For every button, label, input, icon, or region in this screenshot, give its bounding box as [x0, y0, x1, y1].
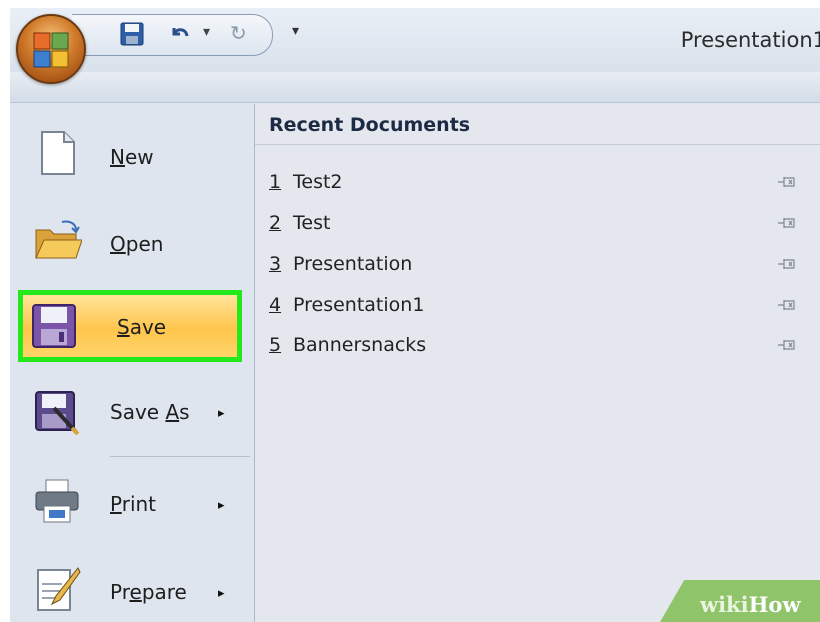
recent-document-number: 1: [269, 171, 282, 193]
menu-item-label: Save As: [110, 400, 190, 424]
save-as-icon: [32, 388, 82, 438]
recent-document-item[interactable]: 4 Presentation1: [255, 287, 820, 323]
pin-icon[interactable]: [777, 297, 797, 316]
menu-item-save-as[interactable]: Save As ▸: [10, 374, 254, 454]
printer-icon: [32, 476, 82, 526]
pin-icon[interactable]: [777, 215, 797, 234]
pin-icon[interactable]: [777, 337, 797, 356]
recent-document-name: Test: [293, 212, 331, 234]
office-button[interactable]: [16, 14, 86, 84]
menu-item-label: New: [110, 145, 154, 169]
window-title: Presentation1: [680, 28, 820, 52]
new-document-icon: [32, 128, 82, 178]
recent-document-item[interactable]: 5 Bannersnacks: [255, 327, 820, 363]
recent-document-name: Presentation1: [293, 294, 425, 316]
recent-document-number: 2: [269, 212, 282, 234]
recent-document-item[interactable]: 3 Presentation: [255, 246, 820, 282]
wikihow-watermark: wikiHow: [700, 592, 801, 617]
open-folder-icon: [32, 216, 83, 266]
recent-document-number: 5: [269, 334, 282, 356]
submenu-arrow-icon: ▸: [218, 498, 225, 513]
menu-item-open[interactable]: Open: [10, 202, 254, 282]
menu-item-print[interactable]: Print ▸: [10, 462, 254, 542]
ribbon-strip: [10, 72, 820, 103]
office-window: ▾ ↻ ▾ Presentation1 New Open Save Save A…: [10, 8, 820, 622]
pin-icon[interactable]: [777, 174, 797, 193]
menu-item-label: Save: [117, 315, 167, 339]
office-logo-icon: [33, 32, 69, 68]
recent-document-name: Bannersnacks: [293, 334, 427, 356]
menu-item-save[interactable]: Save: [18, 290, 242, 362]
prepare-pencil-icon: [32, 564, 82, 614]
office-menu-commands: New Open Save Save As ▸ Print ▸ Prepare …: [10, 104, 254, 622]
qat-undo-icon[interactable]: [168, 22, 192, 50]
save-floppy-icon: [29, 301, 79, 351]
recent-document-item[interactable]: 2 Test: [255, 205, 820, 241]
recent-document-number: 4: [269, 294, 282, 316]
recent-documents-panel: Recent Documents 1 Test2 2 Test 3 Presen…: [255, 104, 820, 622]
submenu-arrow-icon: ▸: [218, 406, 225, 421]
recent-documents-header: Recent Documents: [255, 104, 820, 145]
quick-access-toolbar: ▾ ↻: [72, 14, 273, 56]
submenu-arrow-icon: ▸: [218, 586, 225, 601]
menu-separator: [110, 456, 250, 457]
recent-documents-title: Recent Documents: [269, 114, 471, 136]
menu-item-label: Open: [110, 232, 164, 256]
pin-icon[interactable]: [777, 256, 797, 275]
recent-document-name: Presentation: [293, 253, 413, 275]
qat-redo-icon[interactable]: ↻: [230, 21, 247, 45]
menu-item-label: Prepare: [110, 580, 187, 604]
recent-document-item[interactable]: 1 Test2: [255, 164, 820, 200]
title-bar: ▾ ↻ ▾ Presentation1: [10, 8, 820, 72]
qat-undo-dropdown[interactable]: ▾: [203, 24, 210, 40]
menu-item-label: Print: [110, 492, 157, 516]
recent-document-number: 3: [269, 253, 282, 275]
qat-customize-dropdown[interactable]: ▾: [292, 23, 299, 39]
menu-item-new[interactable]: New: [10, 114, 254, 194]
qat-save-icon[interactable]: [120, 22, 144, 50]
recent-document-name: Test2: [293, 171, 343, 193]
menu-item-prepare[interactable]: Prepare ▸: [10, 550, 254, 622]
